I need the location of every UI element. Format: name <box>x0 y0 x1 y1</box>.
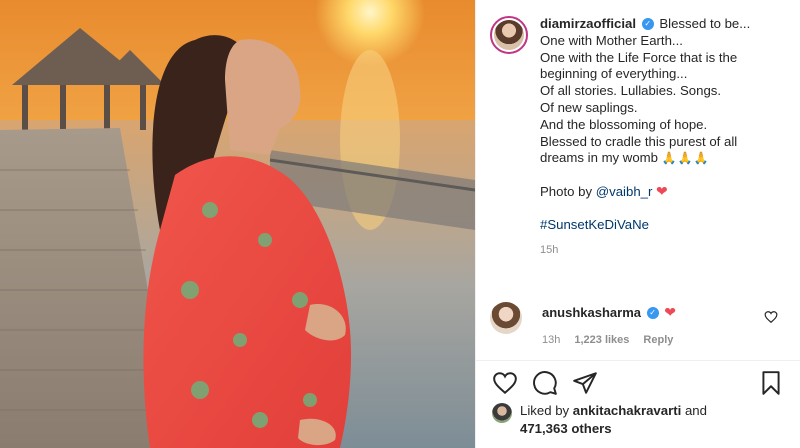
bookmark-icon[interactable] <box>758 370 784 396</box>
likes-text: Liked by ankitachakravarti and 471,363 o… <box>520 402 760 438</box>
heart-emoji: ❤ <box>664 304 676 320</box>
pray-emoji: 🙏🙏🙏 <box>661 151 710 166</box>
and-label: and <box>684 403 707 418</box>
caption-line: dreams in my womb <box>540 150 658 166</box>
comment-likes[interactable]: 1,223 likes <box>574 334 629 346</box>
caption-line: And the blossoming of hope. <box>540 116 708 132</box>
action-bar <box>492 368 784 398</box>
comment-meta: 13h 1,223 likes Reply <box>542 334 673 346</box>
verified-badge-icon: ✓ <box>641 17 654 30</box>
liked-by-user[interactable]: ankitachakravarti <box>573 403 682 418</box>
heart-emoji: ❤ <box>656 183 668 200</box>
sunset-pregnancy-photo <box>0 0 475 448</box>
caption-text: diamirzaofficial ✓ Blessed to be... One … <box>540 16 780 259</box>
post-photo[interactable] <box>0 0 475 448</box>
caption-line: beginning of everything... <box>540 66 688 82</box>
caption-line: Of new saplings. <box>540 99 638 115</box>
post-sidebar: diamirzaofficial ✓ Blessed to be... One … <box>475 0 800 448</box>
others-count[interactable]: 471,363 others <box>520 421 612 436</box>
verified-badge-icon: ✓ <box>646 306 659 319</box>
reply-button[interactable]: Reply <box>643 334 673 346</box>
paper-plane-icon[interactable] <box>572 370 598 396</box>
likes-summary: Liked by ankitachakravarti and 471,363 o… <box>492 402 788 438</box>
author-username[interactable]: diamirzaofficial <box>540 16 636 31</box>
comment-body: anushkasharma ✓ ❤ <box>542 304 676 321</box>
caption-line: One with Mother Earth... <box>540 32 683 48</box>
post-time[interactable]: 15h <box>540 242 780 259</box>
caption-line: Blessed to cradle this purest of all <box>540 133 738 149</box>
comment-bubble-icon[interactable] <box>532 370 558 396</box>
commenter-avatar[interactable] <box>490 302 522 334</box>
caption-line: Of all stories. Lullabies. Songs. <box>540 83 722 99</box>
divider <box>476 360 800 361</box>
liked-by-label: Liked by <box>520 403 570 418</box>
heart-outline-icon[interactable] <box>492 370 518 396</box>
caption-line: One with the Life Force that is the <box>540 49 738 65</box>
commenter-username[interactable]: anushkasharma <box>542 305 641 320</box>
comment-time[interactable]: 13h <box>542 334 560 346</box>
photo-credit-label: Photo by <box>540 184 593 200</box>
liker-avatar[interactable] <box>492 403 512 423</box>
photo-credit-link[interactable]: @vaibh_r <box>596 184 653 199</box>
instagram-post: diamirzaofficial ✓ Blessed to be... One … <box>0 0 800 448</box>
caption: diamirzaofficial ✓ Blessed to be... One … <box>490 16 790 259</box>
hashtag-link[interactable]: #SunsetKeDiVaNe <box>540 217 780 234</box>
comment: anushkasharma ✓ ❤ 13h 1,223 likes Reply <box>490 300 790 356</box>
author-avatar[interactable] <box>490 16 528 54</box>
comment-like-icon[interactable] <box>764 310 778 324</box>
caption-line: Blessed to be... <box>659 16 751 31</box>
